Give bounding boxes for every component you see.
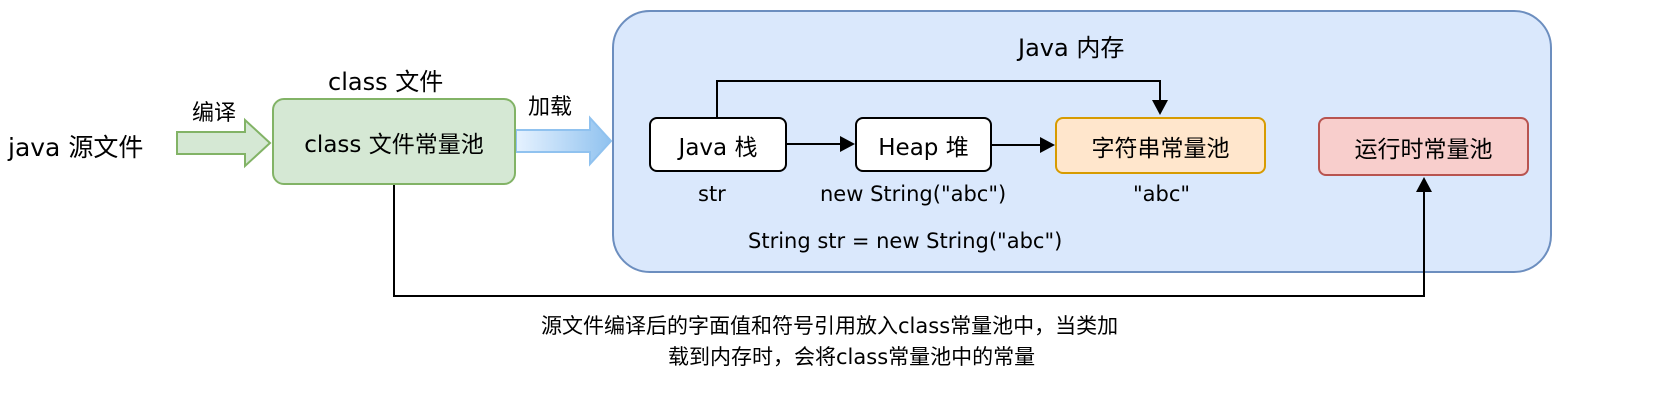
runtime-constant-pool-label: 运行时常量池: [1354, 136, 1493, 163]
java-memory-title: Java 内存: [1018, 34, 1125, 62]
load-arrow: [515, 115, 613, 167]
pool-literal-label: "abc": [1133, 182, 1191, 206]
class-file-title: class 文件: [328, 68, 444, 96]
stack-to-pool-line: [716, 80, 1161, 117]
class-constant-pool-box: class 文件常量池: [272, 98, 516, 185]
note-line-2: 载到内存时，会将class常量池中的常量: [668, 345, 1036, 369]
stack-to-heap-arrowhead: [840, 136, 855, 152]
code-statement: String str = new String("abc"): [748, 229, 1063, 253]
stack-to-pool-arrowhead: [1152, 100, 1168, 115]
heap-object-label: new String("abc"): [820, 182, 1007, 206]
class-to-runtime-arrowhead: [1416, 177, 1432, 192]
stack-variable-label: str: [698, 182, 726, 206]
runtime-constant-pool-box: 运行时常量池: [1318, 117, 1529, 176]
heap-box: Heap 堆: [855, 117, 992, 172]
heap-to-pool-arrowhead: [1040, 137, 1055, 153]
load-label: 加载: [528, 95, 573, 120]
source-file-label: java 源文件: [8, 133, 144, 162]
class-constant-pool-label: class 文件常量池: [304, 131, 484, 158]
string-constant-pool-box: 字符串常量池: [1055, 117, 1266, 174]
note-line-1: 源文件编译后的字面值和符号引用放入class常量池中，当类加: [541, 314, 1119, 338]
string-constant-pool-label: 字符串常量池: [1091, 135, 1230, 162]
java-stack-box: Java 栈: [649, 117, 787, 172]
compile-label: 编译: [192, 101, 237, 126]
heap-label: Heap 堆: [878, 134, 969, 161]
java-stack-label: Java 栈: [678, 134, 758, 161]
